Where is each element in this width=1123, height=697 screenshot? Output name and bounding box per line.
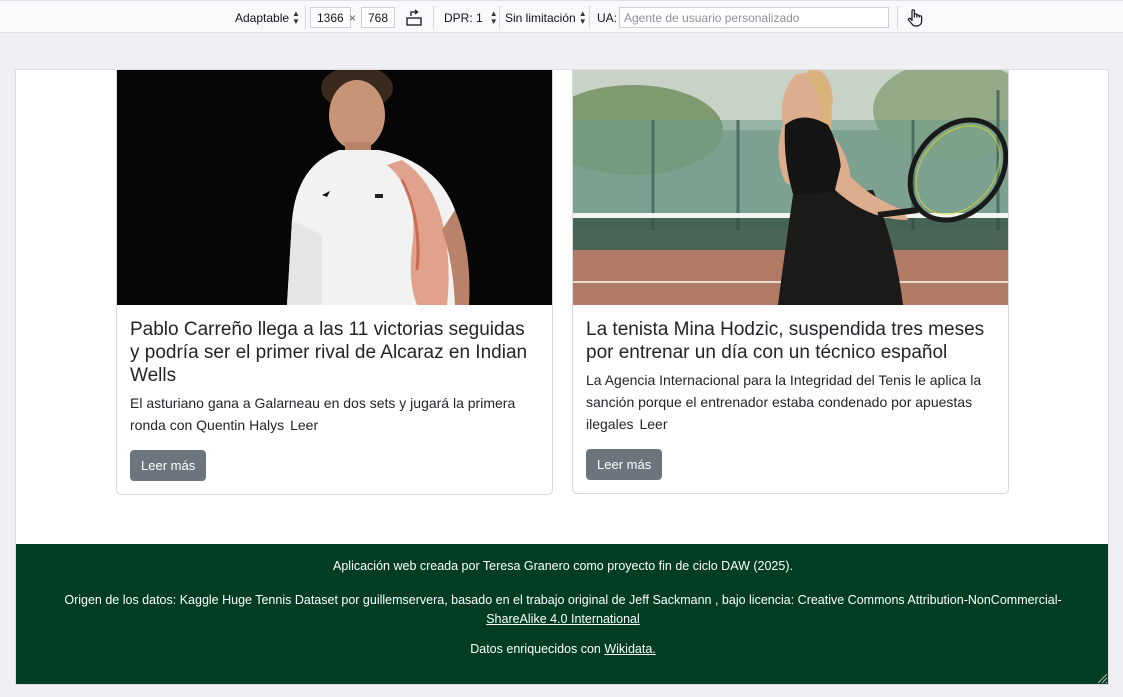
user-agent-input[interactable] (619, 7, 889, 28)
news-summary-text: El asturiano gana a Galarneau en dos set… (130, 395, 516, 433)
news-image-hodzic (573, 70, 1008, 305)
news-summary: La Agencia Internacional para la Integri… (586, 369, 995, 435)
page-viewport: Pablo Carreño llega a las 11 victorias s… (15, 69, 1109, 685)
width-input[interactable]: 1366 (310, 7, 351, 28)
throttling-selector[interactable]: Sin limitación ▲ ▼ (505, 1, 587, 34)
news-summary: El asturiano gana a Galarneau en dos set… (130, 392, 539, 436)
read-more-button[interactable]: Leer más (586, 449, 663, 480)
wikidata-link[interactable]: Wikidata. (604, 642, 655, 656)
site-footer: Aplicación web creada por Teresa Granero… (16, 544, 1108, 684)
tennis-player-photo (117, 70, 552, 305)
dpr-label: DPR: 1 (444, 10, 483, 25)
resize-handle-icon[interactable] (1096, 672, 1108, 684)
news-image-carreno (117, 70, 552, 305)
updown-icon: ▲ ▼ (292, 8, 300, 26)
footer-data-source-text: Origen de los datos: Kaggle Huge Tennis … (64, 593, 1062, 607)
news-title: La tenista Mina Hodzic, suspendida tres … (586, 319, 985, 363)
footer-enrichment: Datos enriquecidos con Wikidata. (16, 642, 1108, 656)
tennis-player-photo (573, 70, 1008, 305)
read-more-button[interactable]: Leer más (130, 450, 207, 481)
rotate-icon (406, 8, 422, 26)
news-title: Pablo Carreño llega a las 11 victorias s… (130, 319, 528, 386)
device-label: Adaptable (235, 10, 290, 25)
toolbar-divider (433, 6, 434, 29)
dpr-selector[interactable]: DPR: 1 ▲ ▼ (444, 1, 498, 34)
read-link[interactable]: Leer (290, 417, 318, 433)
touch-hand-icon (907, 8, 923, 27)
responsive-design-toolbar: Adaptable ▲ ▼ 1366 × 768 DPR: 1 ▲ ▼ Sin li… (0, 0, 1123, 33)
footer-data-source: Origen de los datos: Kaggle Huge Tennis … (36, 591, 1090, 629)
updown-icon: ▲ ▼ (578, 8, 587, 26)
device-selector[interactable]: Adaptable ▲ ▼ (235, 1, 300, 34)
ua-label: UA: (597, 10, 618, 25)
toolbar-divider (305, 6, 306, 29)
license-link[interactable]: ShareAlike 4.0 International (486, 612, 640, 626)
footer-credits: Aplicación web creada por Teresa Granero… (333, 559, 793, 573)
touch-simulation-button[interactable] (906, 1, 924, 34)
news-card: Pablo Carreño llega a las 11 victorias s… (116, 70, 553, 495)
footer-enrichment-text: Datos enriquecidos con (470, 642, 601, 656)
times-symbol: × (349, 10, 357, 25)
height-input[interactable]: 768 (361, 7, 396, 28)
throttling-label: Sin limitación (505, 10, 576, 25)
rotate-button[interactable] (405, 1, 423, 34)
toolbar-divider (589, 6, 590, 29)
toolbar-divider (499, 6, 500, 29)
news-card: La tenista Mina Hodzic, suspendida tres … (572, 70, 1009, 494)
updown-icon: ▲ ▼ (489, 8, 498, 26)
read-link[interactable]: Leer (639, 416, 667, 432)
toolbar-divider (897, 6, 898, 29)
